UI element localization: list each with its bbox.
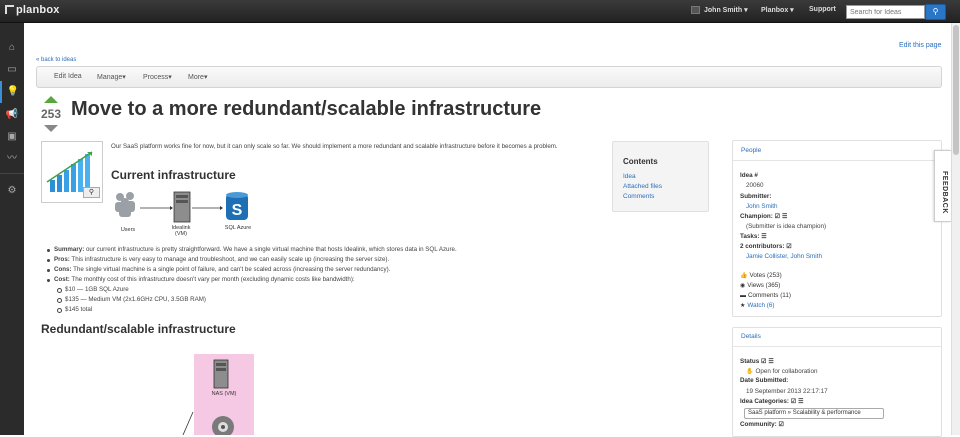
contributors-label: 2 contributors: ☑ [740,243,792,250]
sidebar-divider [0,173,24,174]
server-icon [173,191,191,223]
submitter-label: Submitter: [740,193,772,200]
planbox-logo[interactable]: planbox [5,4,60,16]
scroll-thumb[interactable] [953,25,959,155]
diagram-sql-label: SQL Azure [224,225,252,231]
status-label: Status ☑ ☰ [740,358,774,365]
comment-icon: ▬ [740,293,746,299]
left-sidebar: ⌂ ▭ 💡 📢 ▣ 〰 ⚙ [0,23,24,435]
list-icon[interactable]: ☰ [798,398,803,405]
contributors-links[interactable]: Jamie Collister, John Smith [746,253,822,260]
vote-down-icon[interactable] [44,125,58,132]
eye-icon: ◉ [740,283,746,289]
toc-link-idea[interactable]: Idea [623,173,636,180]
edit-idea-button[interactable]: Edit Idea [54,73,82,80]
megaphone-icon[interactable]: 📢 [0,104,24,126]
search-icon: ⚲ [932,7,939,16]
heading-current-infrastructure: Current infrastructure [111,168,236,182]
idea-number-label: Idea # [740,172,758,179]
table-of-contents: Contents Idea Attached files Comments [612,141,709,212]
search-button[interactable]: ⚲ [925,4,946,20]
edit-icon[interactable]: ☑ [761,358,766,365]
back-to-ideas-link[interactable]: « back to ideas [36,57,76,63]
home-icon[interactable]: ⌂ [0,37,24,59]
page-scrollbar[interactable] [951,23,960,435]
date-value: 19 September 2013 22:17:17 [746,388,828,395]
vote-count: 253 [40,107,62,121]
community-label: Community: ☑ [740,421,784,428]
heading-redundant-infrastructure: Redundant/scalable infrastructure [41,322,236,336]
user-menu[interactable]: John Smith ▾ [691,6,748,14]
toc-link-comments[interactable]: Comments [623,193,654,200]
divider [733,346,941,347]
edit-icon[interactable]: ☑ [775,213,780,220]
svg-text:S: S [232,202,243,219]
disk-icon [212,416,234,435]
categories-label: Idea Categories: ☑ ☰ [740,398,804,405]
category-chip[interactable]: SaaS platform » Scalability & performanc… [744,408,884,419]
handshake-icon: ✋ [746,369,754,375]
diagram-server-label: Idealink (VM) [171,225,191,237]
gift-icon[interactable]: ▣ [0,126,24,148]
divider [733,160,941,161]
edit-page-link[interactable]: Edit this page [899,42,941,49]
monitor-icon[interactable]: ▭ [0,59,24,81]
submitter-link[interactable]: John Smith [746,203,778,210]
date-label: Date Submitted: [740,377,789,384]
search-input[interactable] [846,5,925,19]
current-infrastructure-diagram: S [115,191,248,223]
toc-link-attached-files[interactable]: Attached files [623,183,662,190]
list-item: Cons: The single virtual machine is a si… [47,265,607,275]
manage-menu[interactable]: Manage▾ [97,73,126,81]
list-item: Cost: The monthly cost of this infrastru… [47,275,607,285]
edit-icon[interactable]: ☑ [786,243,791,250]
toc-title: Contents [623,157,658,166]
sql-azure-icon: S [226,192,248,220]
support-link[interactable]: Support [809,6,836,13]
nas-server-icon [213,359,229,389]
planbox-menu[interactable]: Planbox ▾ [761,6,794,14]
list-icon[interactable]: ☰ [782,213,787,220]
idea-number: 20060 [746,182,764,189]
champion-value: (Submitter is idea champion) [746,223,827,230]
lightbulb-icon[interactable]: 💡 [0,81,24,103]
comments-stat: ▬ Comments (11) [740,292,791,299]
tasks-label: Tasks: ☰ [740,233,767,240]
status-value: ✋ Open for collaboration [746,368,818,375]
edit-icon[interactable]: ☑ [778,421,783,428]
watch-link[interactable]: ★ Watch (6) [740,302,774,309]
list-item: Summary: our current infrastructure is p… [47,245,607,255]
zoom-icon[interactable]: ⚲ [83,187,100,198]
champion-label: Champion: ☑ ☰ [740,213,788,220]
list-item: Pros: This infrastructure is very easy t… [47,255,607,265]
users-icon [115,192,135,217]
views-stat: ◉ Views (365) [740,282,781,289]
idea-intro: Our SaaS platform works fine for now, bu… [111,143,558,150]
people-heading[interactable]: People [741,147,761,154]
chart-icon[interactable]: 〰 [0,148,24,170]
diagram-nas-label: NAS (VM) [211,391,237,397]
cost-item: $10 — 1GB SQL Azure [47,285,607,295]
details-heading[interactable]: Details [741,333,761,340]
infrastructure-bullets: Summary: our current infrastructure is p… [47,245,607,315]
cost-item: $135 — Medium VM (2x1.6GHz CPU, 3.5GB RA… [47,295,607,305]
gear-icon[interactable]: ⚙ [0,180,24,202]
diagram-users-label: Users [120,227,136,233]
cost-item: $145 total [47,305,607,315]
process-menu[interactable]: Process▾ [143,73,172,81]
thumbs-up-icon: 👍 [740,273,748,279]
more-menu[interactable]: More▾ [188,73,207,81]
votes-stat: 👍 Votes (253) [740,272,782,279]
star-icon: ★ [740,303,746,309]
vote-up-icon[interactable] [44,96,58,103]
idea-title: Move to a more redundant/scalable infras… [71,98,542,120]
edit-icon[interactable]: ☑ [791,398,796,405]
top-navbar: planbox John Smith ▾ Planbox ▾ Support ⚲ [0,0,960,23]
list-icon[interactable]: ☰ [761,233,766,240]
avatar [691,6,700,14]
idea-toolbar: Edit Idea Manage▾ Process▾ More▾ [36,66,942,88]
list-icon[interactable]: ☰ [768,358,773,365]
feedback-tab[interactable]: FEEDBACK [934,150,951,222]
